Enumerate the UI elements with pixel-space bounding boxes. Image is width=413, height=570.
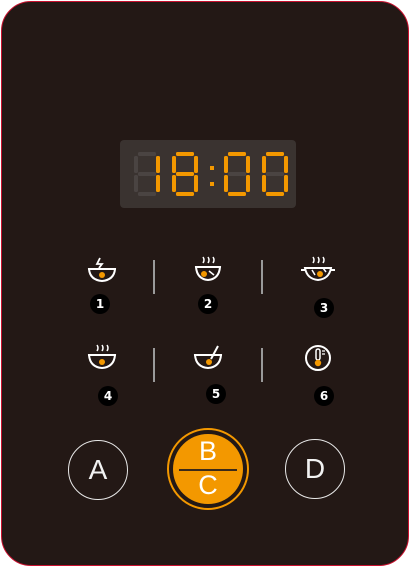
- d-button-label: D: [304, 453, 326, 484]
- segment-f: [224, 156, 228, 173]
- segment-c: [284, 175, 288, 192]
- segment-e: [134, 175, 138, 192]
- segment-d: [266, 192, 284, 196]
- segment-b: [284, 156, 288, 173]
- function-number-6: 6: [314, 386, 334, 406]
- segment-a: [266, 152, 284, 156]
- thermometer-icon: [305, 345, 331, 371]
- c-button-label: C: [198, 470, 218, 500]
- segment-b: [156, 156, 160, 173]
- function-button-1[interactable]: [79, 250, 125, 290]
- seven-segment-readout: [134, 152, 288, 196]
- segment-e: [172, 175, 176, 192]
- segment-f: [134, 156, 138, 173]
- divider: [261, 348, 263, 382]
- divider: [153, 260, 155, 294]
- digit-1: [134, 152, 160, 196]
- segment-g: [176, 172, 194, 176]
- segment-b: [246, 156, 250, 173]
- function-number-4: 4: [98, 386, 118, 406]
- rice-bowl-lightning-icon: [87, 257, 117, 283]
- steaming-bowl-icon: [87, 344, 117, 370]
- segment-g: [266, 172, 284, 176]
- colon-dot: [210, 166, 214, 170]
- segment-c: [194, 175, 198, 192]
- digit-3: [224, 152, 250, 196]
- function-number-1: 1: [90, 294, 110, 314]
- digit-4: [262, 152, 288, 196]
- function-number-5: 5: [206, 384, 226, 404]
- time-display: [120, 140, 296, 208]
- function-button-6[interactable]: [295, 338, 341, 378]
- segment-a: [138, 152, 156, 156]
- colon-dot: [210, 182, 214, 186]
- a-button[interactable]: A: [68, 440, 128, 500]
- segment-d: [228, 192, 246, 196]
- function-button-2[interactable]: [185, 250, 231, 290]
- b-c-button[interactable]: B C: [167, 428, 249, 510]
- segment-g: [138, 172, 156, 176]
- segment-d: [176, 192, 194, 196]
- segment-c: [246, 175, 250, 192]
- divider: [153, 348, 155, 382]
- segment-c: [156, 175, 160, 192]
- segment-a: [176, 152, 194, 156]
- a-button-label: A: [88, 454, 108, 485]
- bowl-ladle-icon: [193, 345, 223, 370]
- function-button-3[interactable]: [295, 250, 341, 290]
- segment-d: [138, 192, 156, 196]
- segment-g: [228, 172, 246, 176]
- b-c-button-face: B C: [173, 434, 243, 504]
- segment-f: [172, 156, 176, 173]
- segment-e: [224, 175, 228, 192]
- b-button-label: B: [198, 436, 217, 466]
- steaming-wok-stirfry-icon: [301, 256, 335, 282]
- segment-b: [194, 156, 198, 173]
- segment-a: [228, 152, 246, 156]
- control-panel: 1 2 3 4 5 6 A B C D: [1, 1, 409, 566]
- segment-f: [262, 156, 266, 173]
- digit-2: [172, 152, 198, 196]
- steaming-pot-soup-icon: [194, 256, 222, 282]
- function-number-2: 2: [198, 294, 218, 314]
- segment-e: [262, 175, 266, 192]
- function-button-4[interactable]: [79, 338, 125, 378]
- d-button[interactable]: D: [285, 439, 345, 499]
- divider: [261, 260, 263, 294]
- function-button-5[interactable]: [185, 338, 231, 378]
- function-number-3: 3: [314, 298, 334, 318]
